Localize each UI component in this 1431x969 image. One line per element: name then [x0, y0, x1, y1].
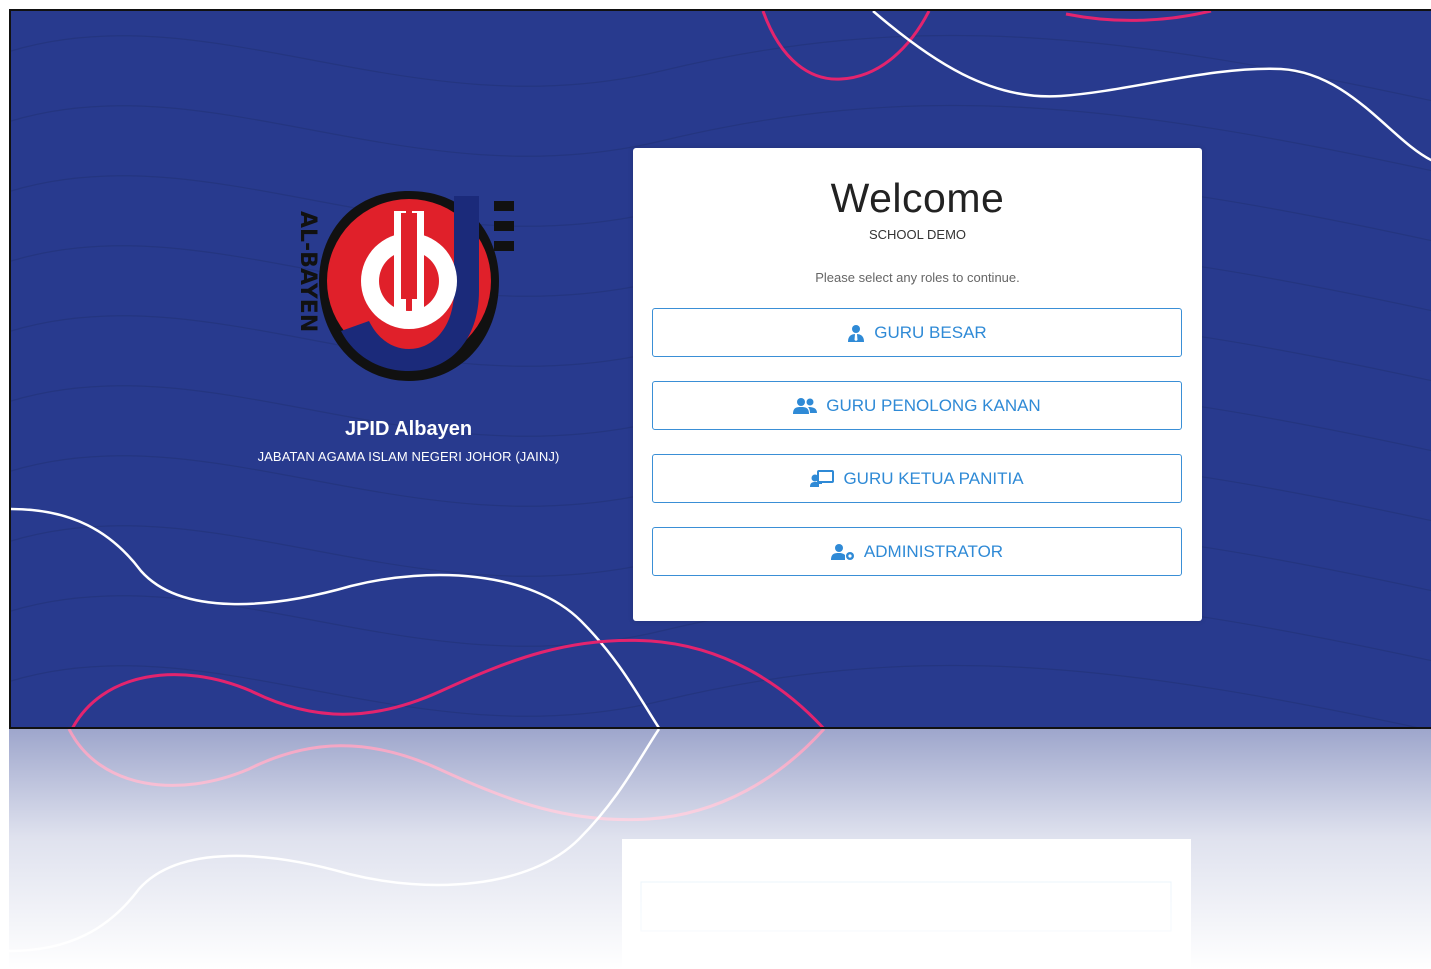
screen-reflection: [9, 729, 1431, 969]
school-name: SCHOOL DEMO: [868, 227, 967, 242]
brand-subtitle: JABATAN AGAMA ISLAM NEGERI JOHOR (JAINJ): [257, 449, 560, 464]
users-icon: [793, 397, 818, 414]
role-button-guru-besar[interactable]: GURU BESAR: [652, 308, 1182, 357]
role-label: ADMINISTRATOR: [863, 541, 1004, 561]
role-button-guru-penolong-kanan[interactable]: GURU PENOLONG KANAN: [652, 381, 1182, 430]
white-wave-bottom: [11, 507, 660, 727]
user-tie-icon: [848, 324, 865, 342]
chalkboard-teacher-icon: [810, 469, 835, 487]
albayen-logo: AL-BAYEN: [295, 191, 514, 381]
brand-panel: AL-BAYEN JPID Albayen JABATAN AGAMA ISLA…: [241, 181, 576, 464]
reflection-fade: [9, 729, 1431, 969]
welcome-title: Welcome: [830, 175, 1005, 221]
user-cog-icon: [830, 543, 854, 560]
role-hint: Please select any roles to continue.: [815, 270, 1020, 285]
brand-name: JPID Albayen: [344, 418, 473, 440]
login-screen: AL-BAYEN JPID Albayen JABATAN AGAMA ISLA…: [9, 9, 1431, 729]
role-button-guru-ketua-panitia[interactable]: GURU KETUA PANITIA: [652, 454, 1182, 503]
role-label: GURU KETUA PANITIA: [843, 468, 1024, 488]
role-label: GURU PENOLONG KANAN: [826, 395, 1041, 415]
role-button-administrator[interactable]: ADMINISTRATOR: [652, 527, 1182, 576]
logo-lettering: AL-BAYEN: [295, 211, 320, 332]
role-select-card: Welcome SCHOOL DEMO Please select any ro…: [633, 148, 1202, 621]
pink-wave-top: [761, 11, 931, 81]
pink-wave-top-right: [1065, 11, 1212, 22]
pink-wave-bottom: [71, 638, 825, 727]
role-label: GURU BESAR: [874, 322, 987, 342]
white-wave-top: [872, 11, 1431, 162]
